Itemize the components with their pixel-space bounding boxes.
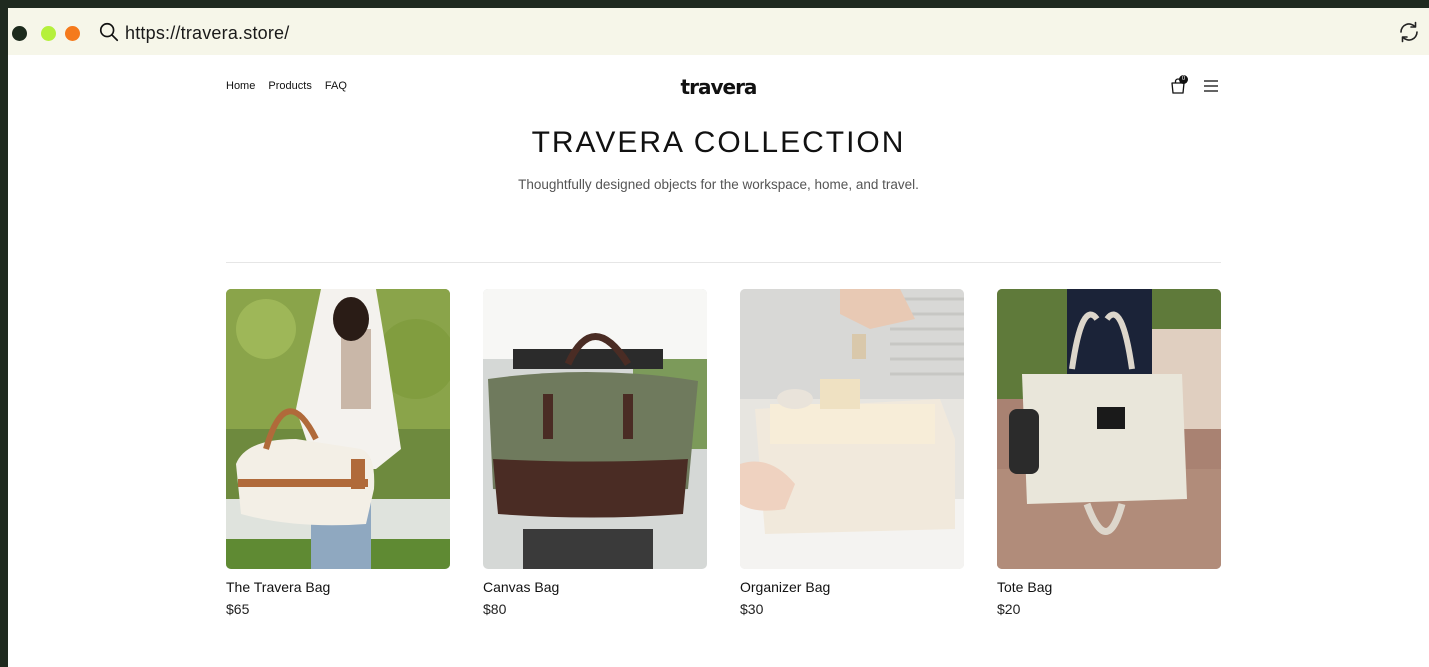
product-name[interactable]: Tote Bag bbox=[997, 579, 1221, 595]
page-subtitle: Thoughtfully designed objects for the wo… bbox=[518, 177, 919, 192]
browser-toolbar: https://travera.store/ bbox=[8, 8, 1429, 55]
product-price: $65 bbox=[226, 601, 250, 617]
menu-icon[interactable] bbox=[1203, 79, 1219, 93]
browser-window: https://travera.store/ Home Products FAQ… bbox=[8, 8, 1429, 667]
cart-count-badge: 0 bbox=[1179, 75, 1188, 84]
product-name[interactable]: The Travera Bag bbox=[226, 579, 450, 595]
product-card[interactable]: Organizer Bag $30 bbox=[740, 289, 964, 617]
reload-icon[interactable] bbox=[1395, 18, 1423, 46]
search-icon bbox=[99, 22, 119, 42]
product-price: $30 bbox=[740, 601, 764, 617]
product-name[interactable]: Organizer Bag bbox=[740, 579, 964, 595]
product-image[interactable] bbox=[226, 289, 450, 569]
window-dot-dark[interactable] bbox=[12, 26, 27, 41]
product-price: $20 bbox=[997, 601, 1021, 617]
product-card[interactable]: The Travera Bag $65 bbox=[226, 289, 450, 617]
product-card[interactable]: Canvas Bag $80 bbox=[483, 289, 707, 617]
product-name[interactable]: Canvas Bag bbox=[483, 579, 707, 595]
page-title: TRAVERA COLLECTION bbox=[531, 126, 906, 159]
product-image[interactable] bbox=[997, 289, 1221, 569]
product-image[interactable] bbox=[483, 289, 707, 569]
window-dot-orange[interactable] bbox=[65, 26, 80, 41]
window-dot-green[interactable] bbox=[41, 26, 56, 41]
product-price: $80 bbox=[483, 601, 507, 617]
product-image[interactable] bbox=[740, 289, 964, 569]
product-card[interactable]: Tote Bag $20 bbox=[997, 289, 1221, 617]
address-bar[interactable]: https://travera.store/ bbox=[125, 22, 289, 44]
section-divider bbox=[226, 262, 1221, 263]
